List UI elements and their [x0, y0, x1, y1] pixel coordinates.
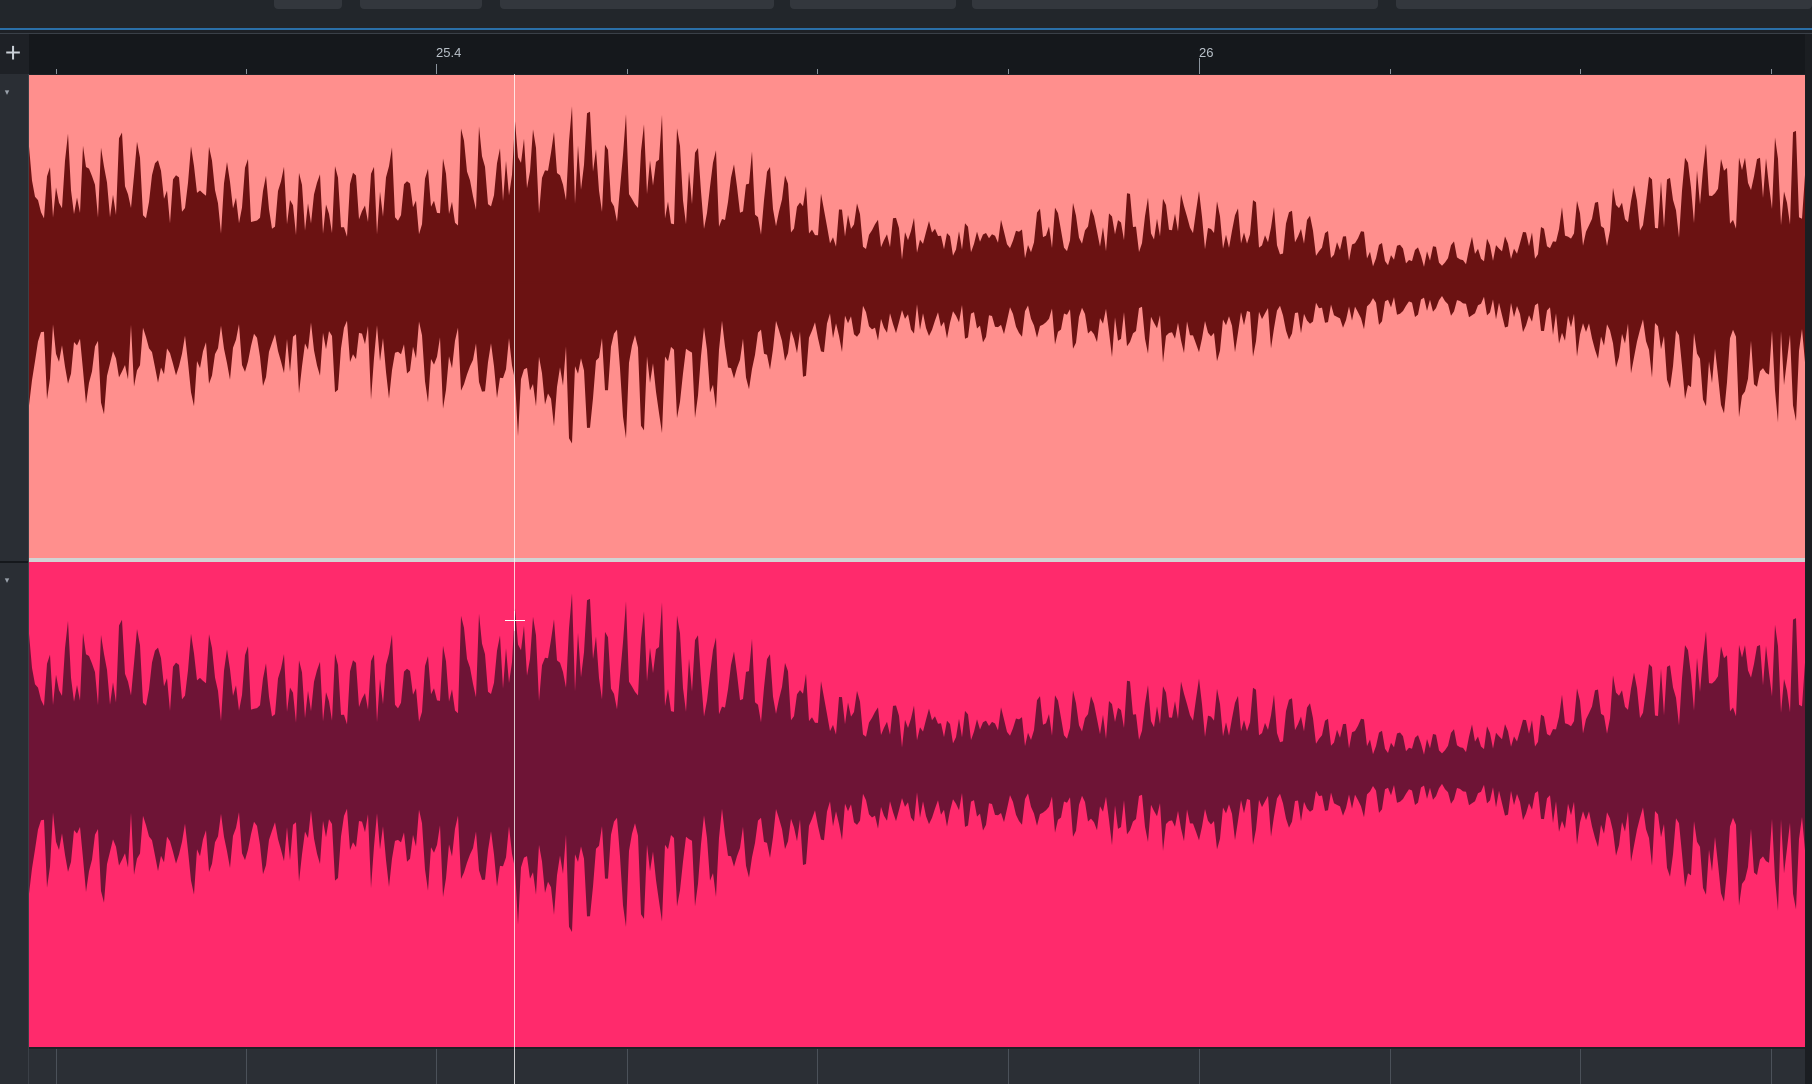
waveform-top — [29, 106, 1805, 444]
grid-tick — [1390, 1049, 1391, 1084]
ruler-tick-major — [1199, 58, 1200, 74]
audio-lane-bottom[interactable] — [29, 562, 1805, 1047]
gutter-split — [0, 561, 28, 563]
toolbar-button[interactable] — [274, 0, 342, 9]
toolbar-button[interactable] — [790, 0, 956, 9]
grid-tick — [1008, 1049, 1009, 1084]
lane-collapse-icon[interactable]: ▾ — [0, 572, 14, 588]
ruler-label-25-4: 25.4 — [436, 45, 462, 60]
grid-tick — [1580, 1049, 1581, 1084]
waveform-shape — [29, 106, 1805, 444]
grid-tick — [1771, 1049, 1772, 1084]
toolbar-button[interactable] — [1396, 0, 1812, 9]
right-edge — [1805, 34, 1812, 1084]
bottom-scroll-strip[interactable] — [29, 1049, 1805, 1084]
toolbar-button[interactable] — [972, 0, 1378, 9]
waveform-shape — [29, 593, 1805, 932]
audio-lane-top[interactable] — [29, 75, 1805, 558]
audio-editor-window: + 25.4 26 ▾ ▾ — [0, 0, 1812, 1084]
ruler-tick — [246, 69, 247, 74]
lane-collapse-icon[interactable]: ▾ — [0, 84, 14, 100]
ruler-tick — [1580, 69, 1581, 74]
grid-tick — [817, 1049, 818, 1084]
grid-tick — [1199, 1049, 1200, 1084]
toolbar-button[interactable] — [500, 0, 774, 9]
add-lane-icon[interactable]: + — [0, 36, 26, 70]
ruler-tick — [627, 69, 628, 74]
toolbar-button[interactable] — [360, 0, 482, 9]
grid-tick — [627, 1049, 628, 1084]
ruler-tick — [56, 69, 57, 74]
timeline-ruler[interactable]: 25.4 26 — [29, 34, 1805, 74]
crosshair-cursor-icon — [505, 611, 525, 631]
ruler-label-26: 26 — [1199, 45, 1214, 60]
lane-gutter: ▾ ▾ — [0, 74, 29, 1084]
playhead-line[interactable] — [514, 74, 515, 1084]
ruler-tick — [1008, 69, 1009, 74]
top-toolbar — [0, 0, 1812, 29]
ruler-tick — [817, 69, 818, 74]
ruler-tick — [1390, 69, 1391, 74]
grid-tick — [246, 1049, 247, 1084]
grid-tick — [56, 1049, 57, 1084]
ruler-tick-major — [436, 64, 437, 74]
grid-tick — [436, 1049, 437, 1084]
ruler-tick — [1771, 69, 1772, 74]
waveform-bottom — [29, 593, 1805, 932]
toolbar-accent-line — [0, 28, 1812, 30]
